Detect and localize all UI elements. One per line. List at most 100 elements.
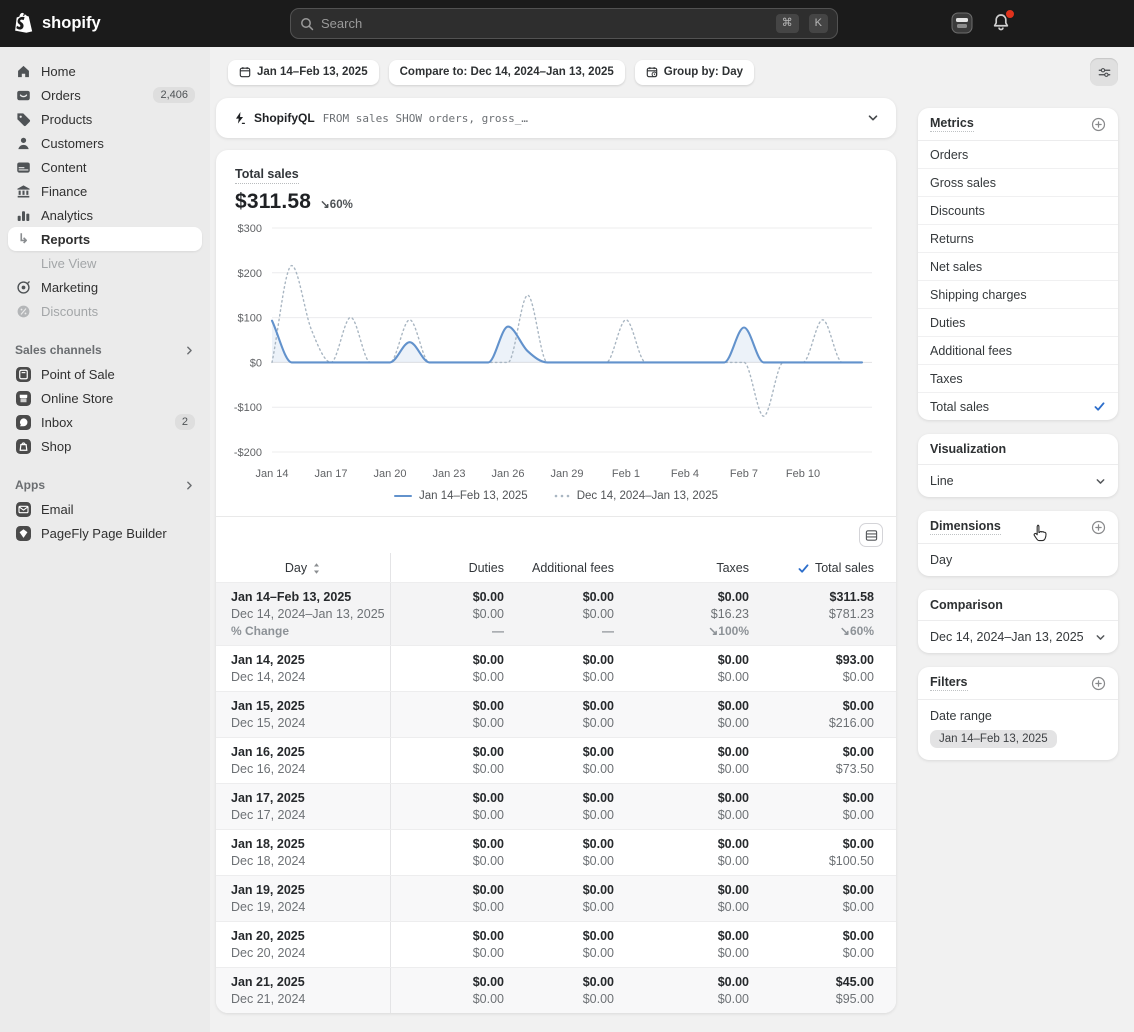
shopify-wordmark: shopify — [42, 14, 101, 33]
sidebar-item-live-view[interactable]: Live View — [8, 251, 202, 275]
tree-branch-icon: ↳ — [15, 231, 32, 247]
chevron-right-icon — [184, 480, 195, 491]
comparison-select[interactable]: Dec 14, 2024–Jan 13, 2025 — [918, 621, 1118, 653]
sidebar-item-point-of-sale[interactable]: Point of Sale — [8, 362, 202, 386]
table-summary-row: Jan 14–Feb 13, 2025Dec 14, 2024–Jan 13, … — [216, 582, 896, 645]
metric-option-shipping-charges[interactable]: Shipping charges — [918, 280, 1118, 308]
visualization-select[interactable]: Line — [918, 465, 1118, 497]
table-row[interactable]: Jan 17, 2025 Dec 17, 2024 $0.00 $0.00 $0… — [216, 783, 896, 829]
customize-panel-toggle[interactable] — [1090, 58, 1118, 86]
column-header-day[interactable]: Day — [216, 553, 391, 582]
legend-previous-period[interactable]: Dec 14, 2024–Jan 13, 2025 — [554, 490, 718, 502]
column-header-additional-fees[interactable]: Additional fees — [504, 553, 614, 582]
chart-metric-title[interactable]: Total sales — [235, 167, 299, 184]
filters-title[interactable]: Filters — [930, 675, 968, 691]
app-inbox-icon — [15, 415, 32, 430]
app-shop-icon — [15, 439, 32, 454]
group-by-chip[interactable]: Group by: Day — [635, 60, 754, 85]
sidebar-item-label: Inbox — [41, 415, 73, 430]
search-input[interactable] — [321, 16, 766, 31]
metric-option-taxes[interactable]: Taxes — [918, 364, 1118, 392]
count-badge: 2 — [175, 414, 195, 430]
metrics-card: Metrics Orders Gross sales Discounts Ret… — [918, 108, 1118, 420]
sidebar-item-inbox[interactable]: Inbox 2 — [8, 410, 202, 434]
shopify-bag-icon — [14, 12, 35, 35]
sidebar-item-shop[interactable]: Shop — [8, 434, 202, 458]
date-range-filter-chip[interactable]: Jan 14–Feb 13, 2025 — [930, 730, 1057, 748]
section-header-apps[interactable]: Apps — [8, 473, 202, 497]
metric-option-total-sales[interactable]: Total sales — [918, 392, 1118, 420]
table-row[interactable]: Jan 19, 2025 Dec 19, 2024 $0.00 $0.00 $0… — [216, 875, 896, 921]
table-row[interactable]: Jan 14, 2025 Dec 14, 2024 $0.00 $0.00 $0… — [216, 645, 896, 691]
legend-line-sample — [394, 495, 412, 498]
dimension-value[interactable]: Day — [918, 544, 1118, 576]
add-dimension-button[interactable] — [1091, 520, 1106, 535]
chevron-down-icon — [1095, 476, 1106, 487]
table-row[interactable]: Jan 15, 2025 Dec 15, 2024 $0.00 $0.00 $0… — [216, 691, 896, 737]
sidebar-item-finance[interactable]: Finance — [8, 179, 202, 203]
compare-to-chip[interactable]: Compare to: Dec 14, 2024–Jan 13, 2025 — [389, 60, 625, 85]
column-header-total-sales[interactable]: Total sales — [749, 553, 874, 582]
sidebar-item-label: Customers — [41, 136, 104, 151]
shopifyql-bar[interactable]: ShopifyQL FROM sales SHOW orders, gross_… — [216, 98, 896, 138]
report-card: Total sales $311.58 ↘60% $300$200$100$0-… — [216, 150, 896, 1013]
notifications-bell-icon[interactable] — [992, 13, 1010, 32]
sidebar-item-analytics[interactable]: Analytics — [8, 203, 202, 227]
svg-text:Jan 14: Jan 14 — [255, 468, 288, 480]
sidebar-item-online-store[interactable]: Online Store — [8, 386, 202, 410]
notification-badge — [1005, 9, 1015, 19]
line-chart[interactable]: $300$200$100$0-$100-$200Jan 14Jan 17Jan … — [216, 218, 896, 486]
metric-option-returns[interactable]: Returns — [918, 224, 1118, 252]
chart-metric-change: ↘60% — [320, 197, 353, 211]
add-metric-button[interactable] — [1091, 117, 1106, 132]
table-view-toggle[interactable] — [859, 523, 883, 547]
sidebar-item-email[interactable]: Email — [8, 497, 202, 521]
sidebar-item-label: PageFly Page Builder — [41, 526, 167, 541]
store-avatar[interactable] — [951, 12, 973, 34]
metric-option-discounts[interactable]: Discounts — [918, 196, 1118, 224]
section-header-sales-channels[interactable]: Sales channels — [8, 338, 202, 362]
svg-text:$100: $100 — [238, 313, 262, 325]
svg-text:Jan 29: Jan 29 — [550, 468, 583, 480]
check-icon — [1093, 400, 1106, 413]
sidebar-item-discounts[interactable]: Discounts — [8, 299, 202, 323]
metric-option-orders[interactable]: Orders — [918, 141, 1118, 168]
sidebar-item-orders[interactable]: Orders 2,406 — [8, 83, 202, 107]
global-search[interactable]: ⌘ K — [290, 8, 838, 39]
svg-text:$300: $300 — [238, 223, 262, 235]
sidebar-item-products[interactable]: Products — [8, 107, 202, 131]
sidebar-item-pagefly-page-builder[interactable]: PageFly Page Builder — [8, 521, 202, 545]
count-badge: 2,406 — [153, 87, 195, 103]
visualization-card: Visualization Line — [918, 434, 1118, 497]
column-header-duties[interactable]: Duties — [391, 553, 504, 582]
sidebar-item-customers[interactable]: Customers — [8, 131, 202, 155]
metric-option-duties[interactable]: Duties — [918, 308, 1118, 336]
metric-option-additional-fees[interactable]: Additional fees — [918, 336, 1118, 364]
metrics-title[interactable]: Metrics — [930, 116, 974, 132]
date-range-chip[interactable]: Jan 14–Feb 13, 2025 — [228, 60, 379, 85]
chart-legend: Jan 14–Feb 13, 2025 Dec 14, 2024–Jan 13,… — [216, 490, 896, 502]
table-row[interactable]: Jan 18, 2025 Dec 18, 2024 $0.00 $0.00 $0… — [216, 829, 896, 875]
sidebar-item-reports[interactable]: ↳Reports — [8, 227, 202, 251]
legend-current-period[interactable]: Jan 14–Feb 13, 2025 — [394, 490, 528, 502]
sidebar-item-marketing[interactable]: Marketing — [8, 275, 202, 299]
metric-option-gross-sales[interactable]: Gross sales — [918, 168, 1118, 196]
shopify-logo[interactable]: shopify — [0, 12, 115, 35]
svg-text:$0: $0 — [250, 357, 262, 369]
analytics-icon — [15, 208, 32, 223]
sidebar-item-home[interactable]: Home — [8, 59, 202, 83]
marketing-icon — [15, 280, 32, 295]
table-row[interactable]: Jan 16, 2025 Dec 16, 2024 $0.00 $0.00 $0… — [216, 737, 896, 783]
add-filter-button[interactable] — [1091, 676, 1106, 691]
column-header-taxes[interactable]: Taxes — [614, 553, 749, 582]
dimensions-title[interactable]: Dimensions — [930, 519, 1001, 535]
sidebar-item-label: Analytics — [41, 208, 93, 223]
metric-option-net-sales[interactable]: Net sales — [918, 252, 1118, 280]
app-pagefly-icon — [15, 526, 32, 541]
sidebar-item-label: Orders — [41, 88, 81, 103]
expand-query-button[interactable] — [860, 105, 886, 131]
sidebar-item-label: Content — [41, 160, 87, 175]
table-row[interactable]: Jan 20, 2025 Dec 20, 2024 $0.00 $0.00 $0… — [216, 921, 896, 967]
sidebar-item-content[interactable]: Content — [8, 155, 202, 179]
table-row[interactable]: Jan 21, 2025 Dec 21, 2024 $0.00 $0.00 $0… — [216, 967, 896, 1013]
